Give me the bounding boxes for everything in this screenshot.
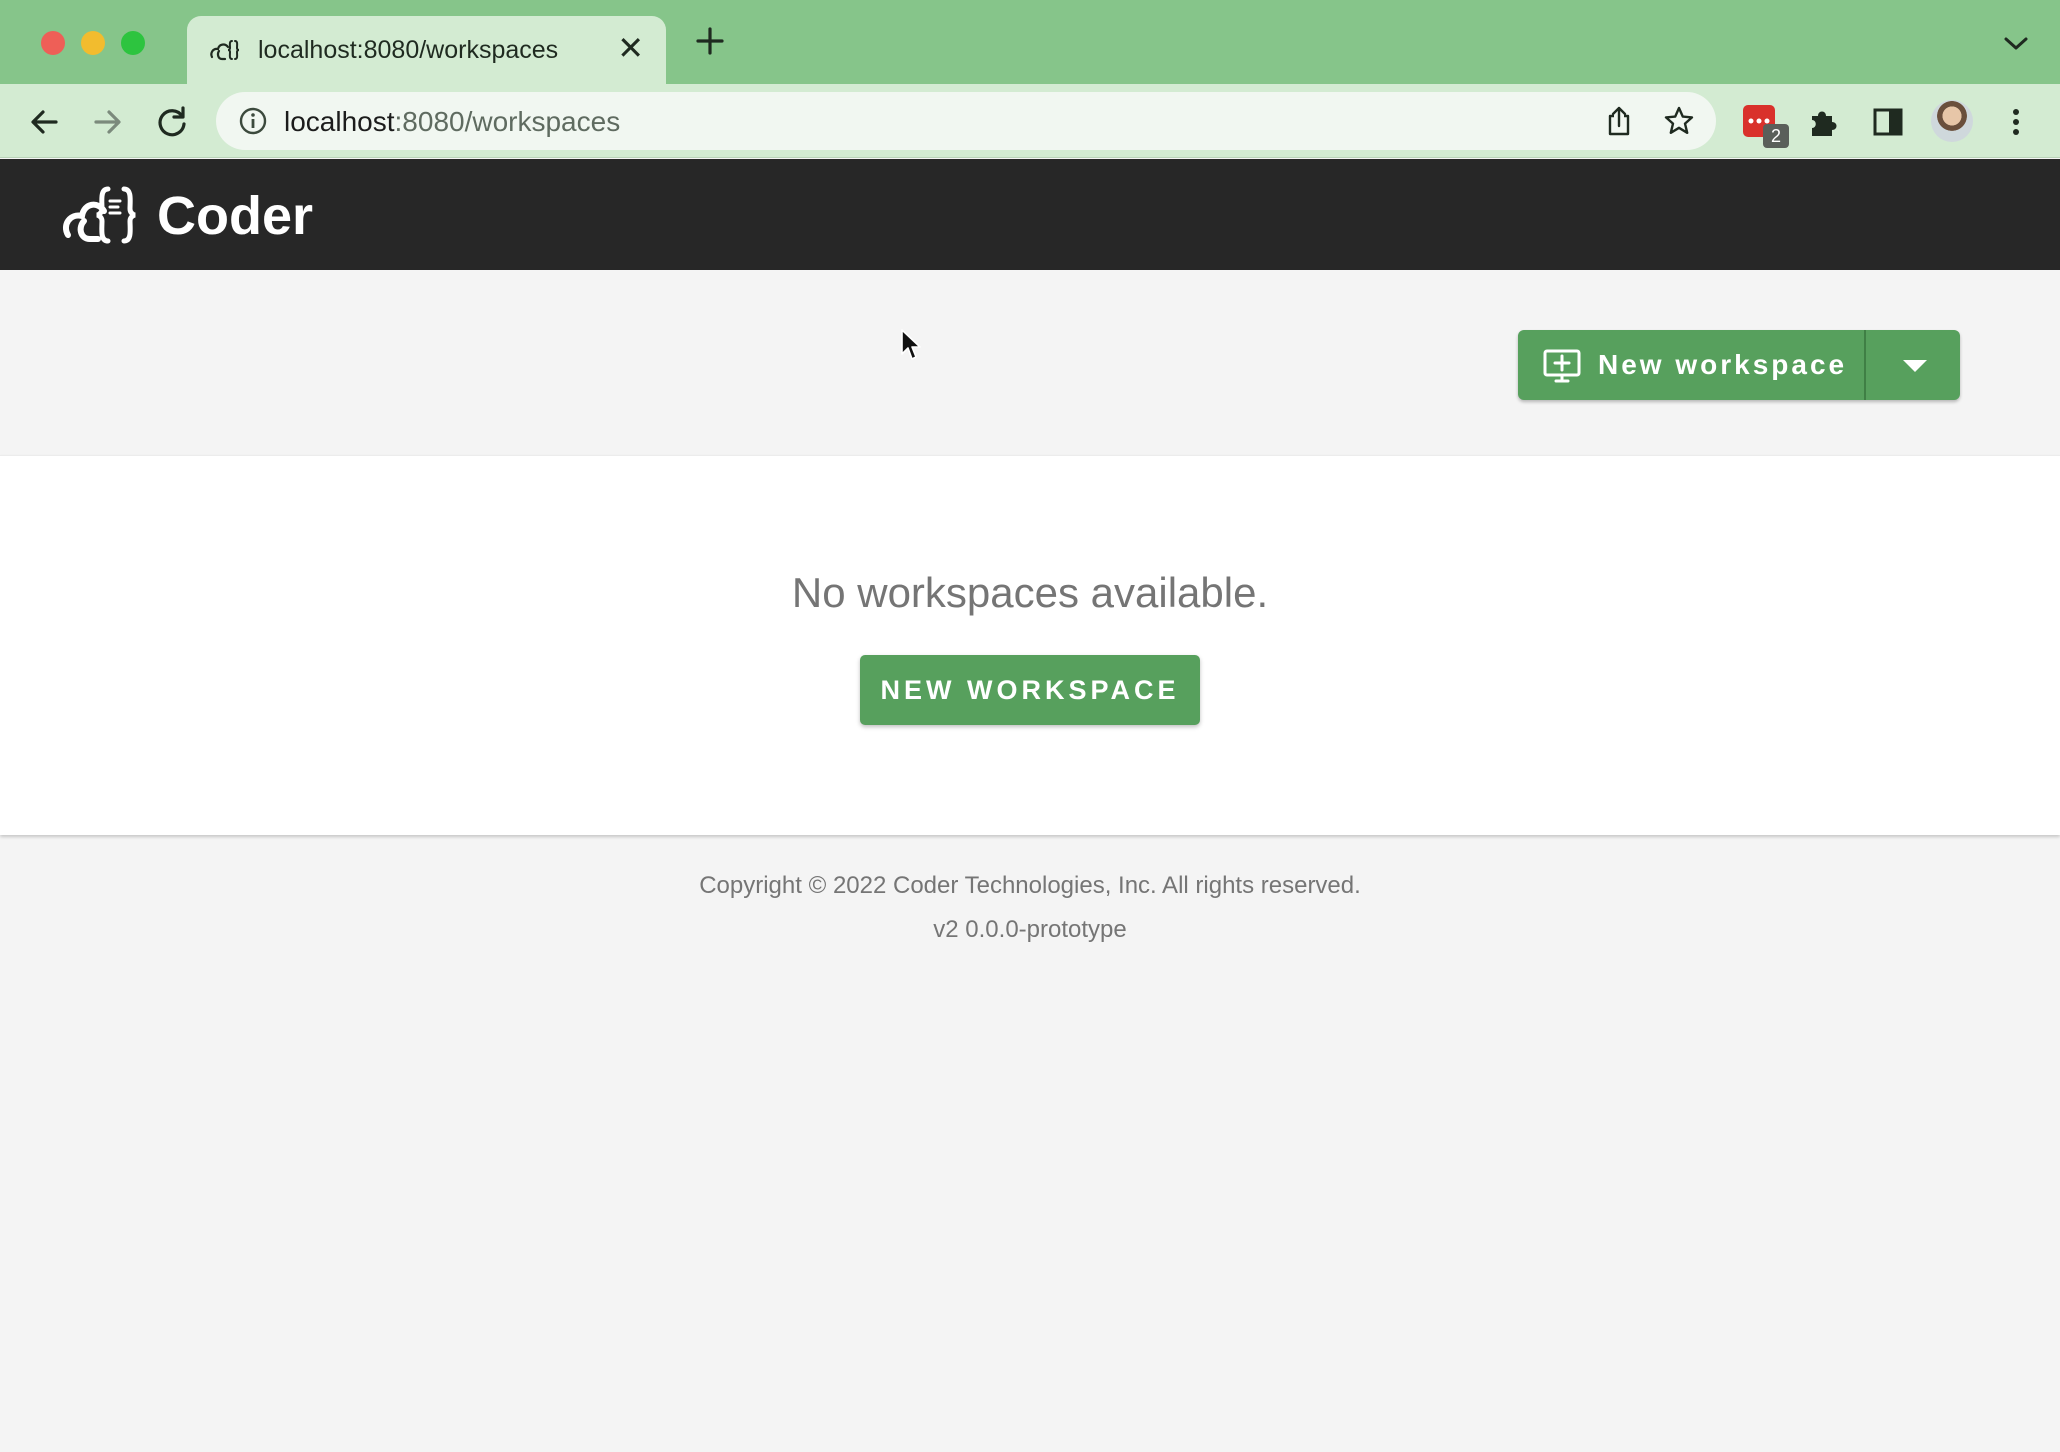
address-bar[interactable]: localhost:8080/workspaces: [216, 92, 1716, 150]
reload-icon[interactable]: [154, 104, 190, 140]
new-workspace-split-button: New workspace: [1518, 330, 1960, 400]
footer: Copyright © 2022 Coder Technologies, Inc…: [0, 872, 2060, 944]
mouse-cursor-icon: [901, 329, 921, 360]
coder-logo-icon[interactable]: [62, 183, 142, 247]
url-path: :8080/workspaces: [394, 106, 621, 137]
tab-list-icon[interactable]: [2003, 36, 2029, 52]
coder-favicon-icon: [210, 40, 240, 61]
forward-icon[interactable]: [90, 104, 126, 140]
empty-state-new-workspace-button[interactable]: NEW WORKSPACE: [860, 655, 1200, 725]
profile-avatar[interactable]: [1931, 100, 1973, 142]
add-to-desktop-icon: [1543, 349, 1581, 383]
brand-name: Coder: [157, 186, 314, 246]
close-window-button[interactable]: [41, 31, 65, 55]
browser-titlebar: localhost:8080/workspaces ✕: [0, 0, 2060, 84]
new-tab-icon[interactable]: [693, 24, 727, 58]
minimize-window-button[interactable]: [81, 31, 105, 55]
puzzle-icon[interactable]: [1806, 104, 1842, 140]
app-header: Coder: [0, 159, 2060, 270]
back-icon[interactable]: [26, 104, 62, 140]
new-workspace-label: New workspace: [1598, 349, 1848, 380]
new-workspace-button[interactable]: New workspace: [1518, 330, 1864, 400]
side-panel-icon[interactable]: [1870, 104, 1906, 140]
maximize-window-button[interactable]: [121, 31, 145, 55]
workspaces-card: No workspaces available. NEW WORKSPACE: [0, 455, 2060, 835]
tab-close-icon[interactable]: ✕: [617, 32, 644, 64]
empty-state-message: No workspaces available.: [791, 569, 1269, 616]
browser-toolbar: localhost:8080/workspaces 2: [0, 84, 2060, 158]
url-host: localhost: [284, 106, 395, 137]
bookmark-star-icon[interactable]: [1662, 104, 1696, 138]
footer-copyright: Copyright © 2022 Coder Technologies, Inc…: [699, 872, 1361, 899]
menu-dots-icon[interactable]: [1998, 104, 2034, 140]
footer-version: v2 0.0.0-prototype: [933, 916, 1127, 943]
info-icon[interactable]: [238, 106, 268, 136]
share-icon[interactable]: [1602, 104, 1636, 138]
tab-title: localhost:8080/workspaces: [258, 36, 559, 64]
caret-down-icon: [1903, 360, 1927, 372]
browser-tab-active[interactable]: localhost:8080/workspaces ✕: [187, 16, 666, 84]
extension-badge: 2: [1763, 124, 1789, 148]
address-url: localhost:8080/workspaces: [284, 106, 620, 138]
new-workspace-dropdown-button[interactable]: [1866, 330, 1960, 400]
